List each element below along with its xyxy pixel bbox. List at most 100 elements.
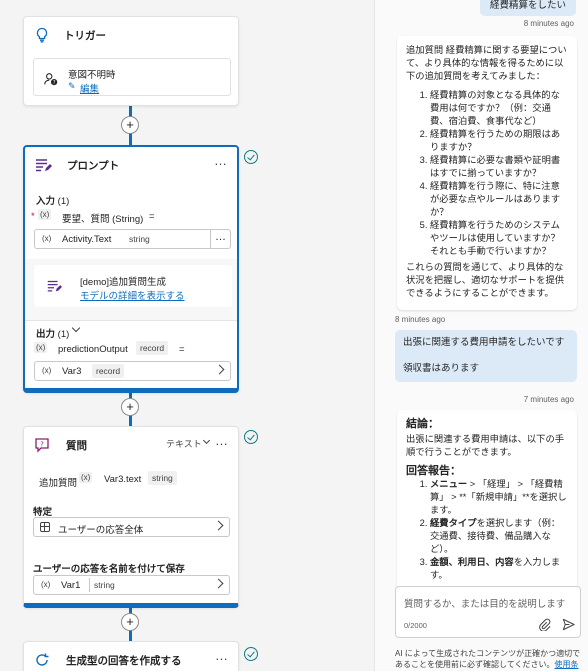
output-section-label: 出力 (1) <box>36 329 70 340</box>
svg-text:?: ? <box>40 441 44 449</box>
identify-field[interactable]: ユーザーの応答全体 <box>33 517 230 537</box>
generative-refresh-icon <box>36 653 49 666</box>
add-node-button[interactable]: + <box>121 116 139 134</box>
user-message: 出張に関連する費用申請をしたいです 領収書はあります <box>395 330 577 382</box>
generative-header: 生成型の回答を作成する … <box>24 642 238 671</box>
trigger-node[interactable]: トリガー ? 意図不明時 ✎ 編集 <box>23 16 239 106</box>
status-check-icon <box>244 430 258 444</box>
input-section-label: 入力 (1) <box>36 196 70 207</box>
ai-disclaimer: AI によって生成されたコンテンツが正確かつ適切であることを使用前に必ず確認して… <box>395 649 581 669</box>
model-section: [demo]追加質問生成 モデルの詳細を表示する <box>25 259 237 321</box>
list-item: 経費タイプを選択します（例：交通費、接待費、備品購入など）。 <box>430 517 568 556</box>
user-message-text: 領収書はあります <box>403 363 480 374</box>
question-icon: ? <box>35 438 49 453</box>
chevron-right-icon <box>213 520 224 531</box>
message-timestamp: 8 minutes ago <box>395 315 446 324</box>
chevron-right-icon <box>214 364 225 375</box>
bot-question-list: 経費精算の対象となる具体的な費用は何ですか？（例：交通費、宿泊費、食事代など） … <box>406 89 568 258</box>
question-var-value: Var3.text <box>104 474 142 485</box>
save-var-type: string <box>89 578 119 592</box>
status-check-icon <box>244 647 258 661</box>
question-title: 質問 <box>66 440 87 452</box>
activity-text-field[interactable]: (x) Activity.Text string … <box>34 229 231 249</box>
chevron-down-icon[interactable] <box>71 323 81 333</box>
question-prompt-label: 追加質問 <box>39 478 78 489</box>
conclusion-heading: 結論： <box>406 418 439 430</box>
model-card[interactable]: [demo]追加質問生成 モデルの詳細を表示する <box>34 265 232 307</box>
more-options-button[interactable]: … <box>214 153 228 168</box>
field-more-button[interactable]: … <box>210 230 230 248</box>
prompt-node[interactable]: プロンプト … 入力 (1) * (x) 要望、質問 (String) = (x… <box>23 145 239 393</box>
chat-input-box[interactable]: 質問するか、または目的を説明します 0/2000 <box>395 586 581 638</box>
output-var-type: record <box>92 364 125 378</box>
char-counter: 0/2000 <box>404 621 427 630</box>
input-param-name: 要望、質問 (String) <box>62 214 144 225</box>
model-details-link[interactable]: モデルの詳細を表示する <box>80 288 185 302</box>
generative-answers-node[interactable]: 生成型の回答を作成する … <box>23 641 239 671</box>
variable-icon: (x) <box>38 209 52 220</box>
edit-pencil-icon[interactable]: ✎ <box>68 81 76 92</box>
message-timestamp: 7 minutes ago <box>523 395 574 404</box>
bot-message: 結論： 出張に関連する費用申請は、以下の手順で行うことができます。 回答報告： … <box>397 410 577 590</box>
send-icon[interactable] <box>562 618 575 631</box>
chevron-down-icon[interactable] <box>202 436 211 445</box>
prompt-icon <box>47 280 62 292</box>
answer-heading: 回答報告： <box>406 465 461 477</box>
list-item: 金額、利用日、内容を入力します。 <box>430 556 568 582</box>
variable-icon: (x) <box>41 580 51 589</box>
question-mode-dropdown[interactable]: テキスト <box>166 437 202 450</box>
lightbulb-icon <box>36 27 48 43</box>
conclusion-text: 出張に関連する費用申請は、以下の手順で行うことができます。 <box>406 434 565 457</box>
save-response-label: ユーザーの応答を名前を付けて保存 <box>33 564 185 575</box>
user-message-text: 経費精算をしたい <box>489 0 566 11</box>
entity-grid-icon <box>40 522 50 532</box>
question-var-type: string <box>148 471 177 485</box>
output-variable-field[interactable]: (x) Var3 record <box>34 361 231 381</box>
equals-sign: = <box>149 211 155 222</box>
trigger-header: トリガー <box>24 17 238 51</box>
list-item: 経費精算を行うためのシステムやツールは使用していますか？それとも手動で行いますか… <box>430 219 568 258</box>
equals-sign: = <box>179 344 185 355</box>
output-type: record <box>136 341 169 355</box>
authoring-canvas: + + + トリガー ? 意図不明時 ✎ 編集 プロンプト … 入力 (1) *… <box>0 0 374 671</box>
identify-label: 特定 <box>33 507 53 518</box>
attach-icon[interactable] <box>538 618 551 631</box>
list-item: 経費精算に必要な書類や証明書はすでに揃っていますか？ <box>430 154 568 180</box>
bot-intro-text: 追加質問 経費精算に関する要望について、より具体的な情報を得るために以下の追加質… <box>406 45 567 81</box>
add-node-button[interactable]: + <box>121 613 139 631</box>
user-message: 経費精算をしたい <box>479 0 576 16</box>
edit-link[interactable]: 編集 <box>80 81 99 95</box>
test-chat-pane: 経費精算をしたい 8 minutes ago 追加質問 経費精算に関する要望につ… <box>374 0 588 671</box>
variable-icon: (x) <box>42 366 52 375</box>
answer-step-list: メニュー > 「経理」 > 「経費精算」 > **「新規申請」**を選択します。… <box>406 478 568 582</box>
more-options-button[interactable]: … <box>215 648 229 663</box>
svg-text:?: ? <box>53 80 56 86</box>
user-message-text: 出張に関連する費用申請をしたいです <box>403 337 565 348</box>
bot-outro-text: これらの質問を通じて、より具体的な状況を把握し、適切なサポートを提供できるように… <box>406 262 565 298</box>
terms-link[interactable]: 使用条 <box>555 660 579 669</box>
question-header: ? 質問 テキスト … <box>24 427 238 461</box>
trigger-item-name: 意図不明時 <box>68 70 116 81</box>
save-variable-field[interactable]: (x) Var1 string <box>33 575 230 595</box>
required-mark: * <box>31 211 35 222</box>
generative-title: 生成型の回答を作成する <box>66 655 182 667</box>
output-var-name: Var3 <box>62 366 82 377</box>
identify-value: ユーザーの応答全体 <box>58 525 144 536</box>
list-item: 経費精算の対象となる具体的な費用は何ですか？（例：交通費、宿泊費、食事代など） <box>430 89 568 128</box>
question-node[interactable]: ? 質問 テキスト … 追加質問 (x) Var3.text string 特定… <box>23 426 239 608</box>
trigger-title: トリガー <box>64 30 106 42</box>
chat-input[interactable]: 質問するか、または目的を説明します <box>404 596 565 610</box>
activity-type: string <box>129 234 150 244</box>
more-options-button[interactable]: … <box>215 433 229 448</box>
list-item: 経費精算を行う際に、特に注意が必要な点やルールはありますか？ <box>430 180 568 219</box>
activity-value: Activity.Text <box>62 234 112 245</box>
trigger-item-card[interactable]: ? 意図不明時 ✎ 編集 <box>33 58 231 96</box>
prompt-header: プロンプト … <box>25 147 237 181</box>
chevron-right-icon <box>213 578 224 589</box>
model-name: [demo]追加質問生成 <box>80 277 167 288</box>
list-item: 経費精算を行うための期限はありますか？ <box>430 128 568 154</box>
variable-icon: (x) <box>79 472 93 483</box>
person-question-icon: ? <box>44 73 58 86</box>
save-var-name: Var1 <box>61 580 81 591</box>
add-node-button[interactable]: + <box>121 398 139 416</box>
